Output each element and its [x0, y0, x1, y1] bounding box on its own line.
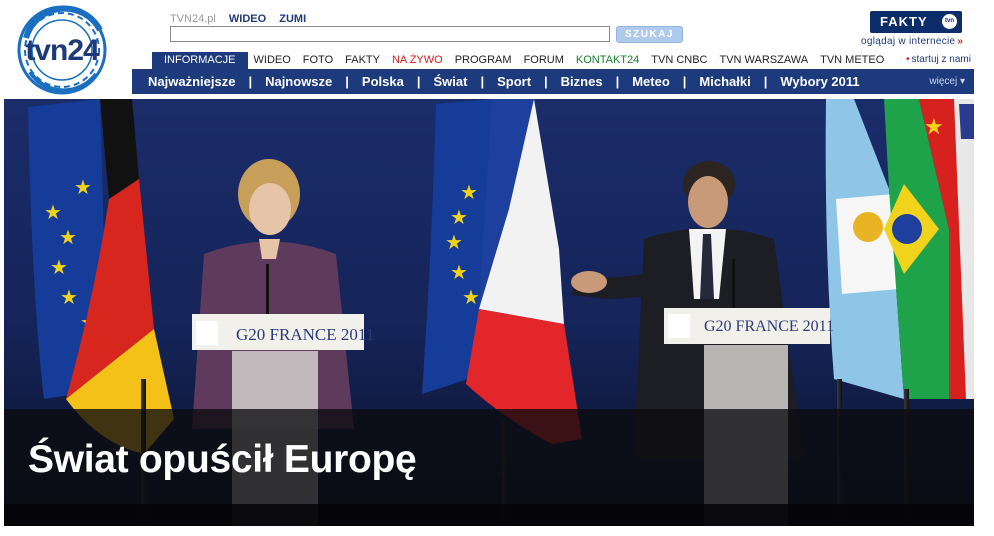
- svg-text:★: ★: [450, 262, 468, 284]
- fakty-logo-text: FAKTY: [880, 14, 928, 29]
- tvn24-logo-mark: tvn24: [17, 5, 107, 95]
- main-nav: Najważniejsze | Najnowsze | Polska | Świat | Spo…: [132, 69, 974, 94]
- startuj-link[interactable]: • startuj z nami: [906, 54, 971, 65]
- svg-text:★: ★: [460, 182, 478, 204]
- service-link[interactable]: TVN CNBC: [645, 52, 713, 69]
- service-link[interactable]: WIDEO: [248, 52, 297, 69]
- fakty-logo[interactable]: FAKTY tvn: [870, 11, 962, 33]
- service-link[interactable]: PROGRAM: [449, 52, 518, 69]
- hero-headline[interactable]: Świat opuścił Europę: [28, 438, 417, 482]
- service-link[interactable]: FOTO: [297, 52, 339, 69]
- service-link[interactable]: FORUM: [518, 52, 570, 69]
- nav-separator: |: [416, 74, 421, 89]
- main-nav-item[interactable]: Sport: [497, 74, 531, 89]
- svg-text:★: ★: [924, 114, 944, 139]
- service-link[interactable]: TVN WARSZAWA: [714, 52, 815, 69]
- startuj-label: startuj z nami: [911, 54, 971, 65]
- main-nav-item[interactable]: Najważniejsze: [148, 74, 235, 89]
- main-nav-item[interactable]: Polska: [362, 74, 404, 89]
- svg-text:★: ★: [74, 177, 92, 199]
- tvn24-logo[interactable]: tvn24: [12, 4, 112, 96]
- podium-left-sign: G20 FRANCE 2011: [236, 325, 375, 344]
- nav-separator: |: [480, 74, 485, 89]
- main-nav-items: Najważniejsze | Najnowsze | Polska | Świat | Spo…: [148, 69, 860, 94]
- main-nav-item[interactable]: Wybory 2011: [780, 74, 859, 89]
- top-links: TVN24.pl WIDEO ZUMI: [170, 13, 316, 25]
- service-link[interactable]: FAKTY: [339, 52, 386, 69]
- service-link[interactable]: NA ŻYWO: [386, 52, 449, 69]
- service-link[interactable]: INFORMACJE: [152, 52, 248, 69]
- svg-text:★: ★: [450, 207, 468, 229]
- double-chevron-right-icon: »: [957, 36, 964, 47]
- nav-separator: |: [345, 74, 349, 89]
- nav-separator: |: [544, 74, 548, 89]
- svg-text:★: ★: [50, 257, 68, 279]
- nav-separator: |: [682, 74, 687, 89]
- zumi-link[interactable]: ZUMI: [279, 13, 306, 25]
- hero-banner[interactable]: ★★ ★★ ★★ ★★ ★★ ★ ★: [4, 99, 974, 526]
- svg-text:★: ★: [445, 232, 463, 254]
- fakty-badge-icon: tvn: [942, 14, 957, 29]
- main-nav-item[interactable]: Biznes: [561, 74, 603, 89]
- fakty-online-label: oglądaj w internecie: [861, 36, 956, 47]
- nav-separator: |: [763, 74, 768, 89]
- svg-text:★: ★: [462, 287, 480, 309]
- site-link[interactable]: TVN24.pl: [170, 13, 216, 25]
- service-link[interactable]: TVN METEO: [814, 52, 890, 69]
- logo-wordmark: tvn24: [25, 34, 100, 67]
- main-nav-item[interactable]: Świat: [433, 74, 467, 89]
- main-nav-item[interactable]: Meteo: [632, 74, 670, 89]
- service-bar: INFORMACJE WIDEO FOTO FAKTY NA ŻYWO PROGRAM FO…: [152, 52, 890, 69]
- svg-text:★: ★: [60, 287, 78, 309]
- fakty-online-link[interactable]: oglądaj w internecie»: [861, 36, 963, 47]
- wideo-link[interactable]: WIDEO: [229, 13, 266, 25]
- search-input[interactable]: [170, 26, 610, 42]
- nav-separator: |: [615, 74, 620, 89]
- bullet-icon: •: [906, 54, 910, 65]
- main-nav-item[interactable]: Najnowsze: [265, 74, 332, 89]
- main-nav-item[interactable]: Michałki: [699, 74, 750, 89]
- service-link[interactable]: KONTAKT24: [570, 52, 645, 69]
- svg-text:★: ★: [44, 202, 62, 224]
- svg-text:★: ★: [59, 227, 77, 249]
- podium-right-sign: G20 FRANCE 2011: [704, 318, 835, 335]
- more-menu[interactable]: więcej ▾: [929, 69, 965, 94]
- nav-separator: |: [248, 74, 253, 89]
- search-button[interactable]: SZUKAJ: [616, 26, 683, 43]
